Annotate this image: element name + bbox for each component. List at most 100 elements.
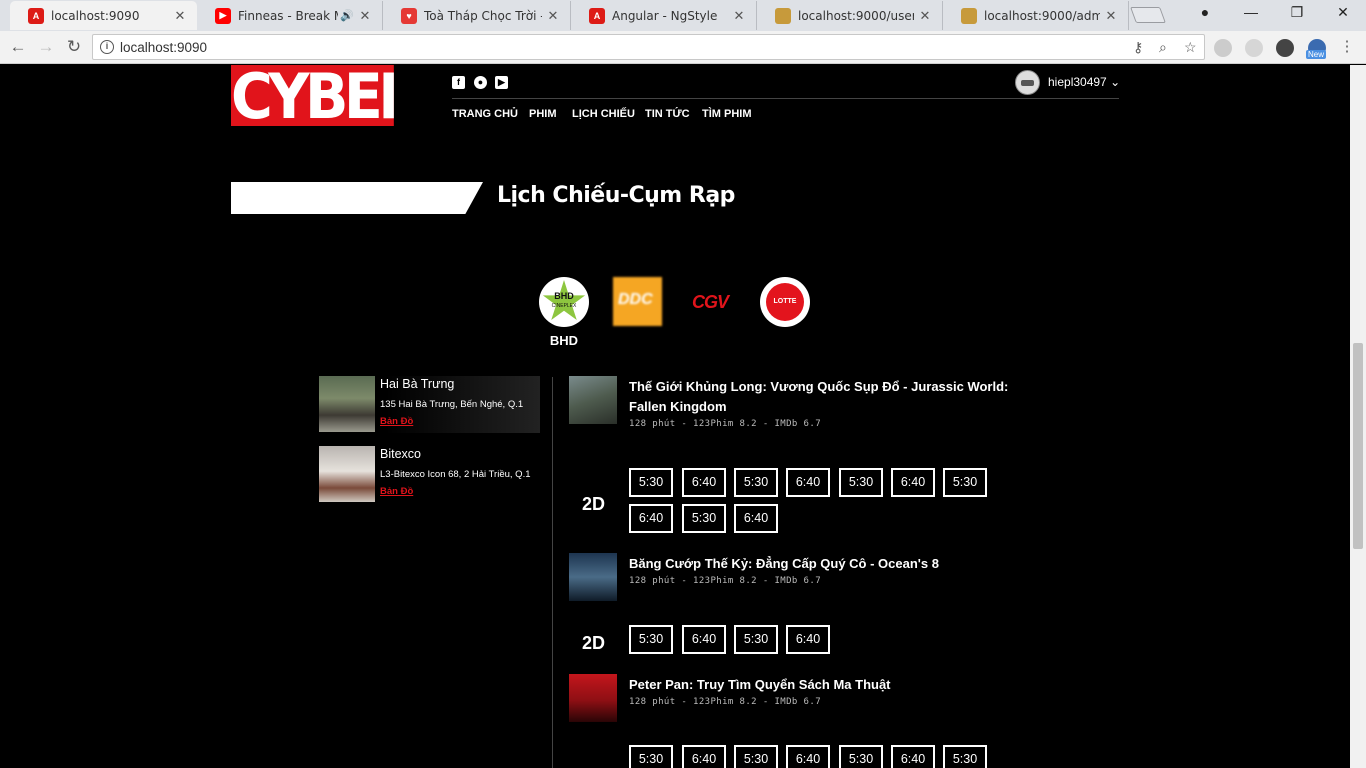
movie-poster[interactable] [569,553,617,601]
page: CYBER f ● ▶ hiepl30497 ⌄ TRANG CHỦ PHIM … [0,65,1350,768]
new-tab-button[interactable] [1130,7,1166,23]
showtime-button[interactable]: 5:30 [682,504,726,533]
cinema-item-hai-ba-trung[interactable]: Hai Bà Trưng 135 Hai Bà Trưng, Bến Nghé,… [319,376,540,433]
tab-angular-ngstyle[interactable]: A Angular - NgStyle ✕ [571,1,757,30]
showtime-button[interactable]: 6:40 [682,625,726,654]
showtime-button[interactable]: 5:30 [943,468,987,497]
brand-lotte[interactable]: LOTTE [760,277,810,327]
info-icon[interactable]: i [100,40,114,54]
close-icon[interactable]: ✕ [173,8,187,24]
extension-icon[interactable] [1214,39,1232,57]
showtime-button[interactable]: 5:30 [734,625,778,654]
showtime-button[interactable]: 5:30 [629,468,673,497]
user-name: hiepl30497 [1048,75,1107,89]
movie-poster[interactable] [569,674,617,722]
nav-news[interactable]: TIN TỨC [645,108,690,120]
showtime-button[interactable]: 6:40 [891,745,935,768]
nav-showtimes[interactable]: LỊCH CHIẾU [572,108,635,120]
showtime-button[interactable]: 5:30 [629,625,673,654]
angular-icon: A [589,7,605,24]
tab-title: localhost:9000/admin.ht [984,8,1100,23]
showtime-button[interactable]: 5:30 [839,745,883,768]
key-icon[interactable]: ⚷ [1133,39,1143,56]
format-label: 2D [582,494,606,514]
movie-title[interactable]: Thế Giới Khủng Long: Vương Quốc Sụp Đổ -… [629,377,1029,417]
selected-brand-label: BHD [549,333,579,348]
close-window-button[interactable]: ✕ [1328,4,1358,21]
speaker-icon[interactable]: 🔊 [340,9,354,22]
globe-icon[interactable]: ● [474,76,487,89]
address-bar[interactable]: i localhost:9090 ⚷ ⌕ ☆ [92,34,1205,60]
zoom-icon[interactable]: ⌕ [1159,39,1167,56]
brand-bhd[interactable]: BHD CINEPLEX [539,277,589,327]
close-icon[interactable]: ✕ [546,8,560,24]
movie-poster[interactable] [569,376,617,424]
nav-movies[interactable]: PHIM [529,108,557,120]
cinema-address: 135 Hai Bà Trưng, Bến Nghé, Q.1 [380,399,524,410]
showtime-button[interactable]: 6:40 [786,625,830,654]
minimize-button[interactable]: — [1236,4,1266,20]
showtime-button[interactable]: 5:30 [734,468,778,497]
new-badge: New [1306,50,1327,59]
movie-title[interactable]: Băng Cướp Thế Kỷ: Đẳng Cấp Quý Cô - Ocea… [629,554,1029,574]
showtime-button[interactable]: 5:30 [629,745,673,768]
showtime-button[interactable]: 5:30 [734,745,778,768]
scroll-thumb[interactable] [1353,343,1363,549]
brand-cgv[interactable]: CGV [685,277,735,327]
menu-icon[interactable]: ⋮ [1336,36,1358,58]
tab-youtube[interactable]: ▶ Finneas - Break My H 🔊 ✕ [197,1,383,30]
map-link[interactable]: Bản Đồ [380,486,413,497]
star-icon [542,280,586,321]
user-menu[interactable]: hiepl30497 ⌄ [1048,75,1120,89]
restore-button[interactable]: ❐ [1282,4,1312,21]
ddc-logo-text: DDC [618,291,653,308]
movie-meta: 128 phút - 123Phim 8.2 - IMDb 6.7 [629,419,822,429]
movie-title[interactable]: Peter Pan: Truy Tìm Quyển Sách Ma Thuật [629,675,1029,695]
bhd-logo-subtext: CINEPLEX [551,303,577,309]
tab-localhost-9090[interactable]: A localhost:9090 ✕ [10,1,197,30]
star-icon[interactable]: ☆ [1184,39,1197,56]
showtime-button[interactable]: 6:40 [734,504,778,533]
profile-icon[interactable]: ● [1190,4,1220,20]
map-link[interactable]: Bản Đồ [380,416,413,427]
cinema-item-bitexco[interactable]: Bitexco L3-Bitexco Icon 68, 2 Hải Triều,… [319,446,540,503]
showtime-button[interactable]: 6:40 [786,468,830,497]
close-icon[interactable]: ✕ [732,8,746,24]
back-button[interactable]: ← [7,36,29,58]
tab-toa-thap[interactable]: ♥ Toà Tháp Chọc Trời - Sk ✕ [383,1,571,30]
page-scrollbar[interactable] [1350,65,1366,768]
cyber-logo[interactable]: CYBER [231,65,394,126]
showtime-button[interactable]: 6:40 [786,745,830,768]
extension-icon[interactable] [1276,39,1294,57]
tab-user-htm[interactable]: localhost:9000/user.htm ✕ [757,1,943,30]
showtime-button[interactable]: 5:30 [943,745,987,768]
nav-search-movie[interactable]: TÌM PHIM [702,108,752,120]
close-icon[interactable]: ✕ [918,8,932,24]
showtime-button[interactable]: 6:40 [682,468,726,497]
bhd-logo-text: BHD [554,291,574,301]
cinema-address: L3-Bitexco Icon 68, 2 Hải Triều, Q.1 [380,469,531,480]
forward-button[interactable]: → [35,36,57,58]
showtime-button[interactable]: 6:40 [682,745,726,768]
tab-title: Finneas - Break My H [238,8,338,23]
tab-title: Angular - NgStyle [612,8,718,23]
showtime-button[interactable]: 6:40 [891,468,935,497]
showtime-button[interactable]: 5:30 [839,468,883,497]
address-url[interactable]: localhost:9090 [120,40,207,55]
browser-toolbar: ← → ↻ i localhost:9090 ⚷ ⌕ ☆ New ⋮ [0,31,1366,64]
page-title: Lịch Chiếu-Cụm Rạp [497,183,735,208]
tab-admin-htm[interactable]: localhost:9000/admin.ht ✕ [943,1,1129,30]
close-icon[interactable]: ✕ [358,8,372,24]
facebook-icon[interactable]: f [452,76,465,89]
tab-title: localhost:9000/user.htm [798,8,914,23]
avatar[interactable] [1015,70,1040,95]
youtube-icon[interactable]: ▶ [495,76,508,89]
cinema-thumbnail [319,376,375,432]
nav-home[interactable]: TRANG CHỦ [452,108,518,120]
reload-button[interactable]: ↻ [63,36,85,58]
showtime-button[interactable]: 6:40 [629,504,673,533]
brand-ddc[interactable]: DDC [613,277,662,326]
react-devtools-icon[interactable] [1245,39,1263,57]
close-icon[interactable]: ✕ [1104,8,1118,24]
cinema-thumbnail [319,446,375,502]
